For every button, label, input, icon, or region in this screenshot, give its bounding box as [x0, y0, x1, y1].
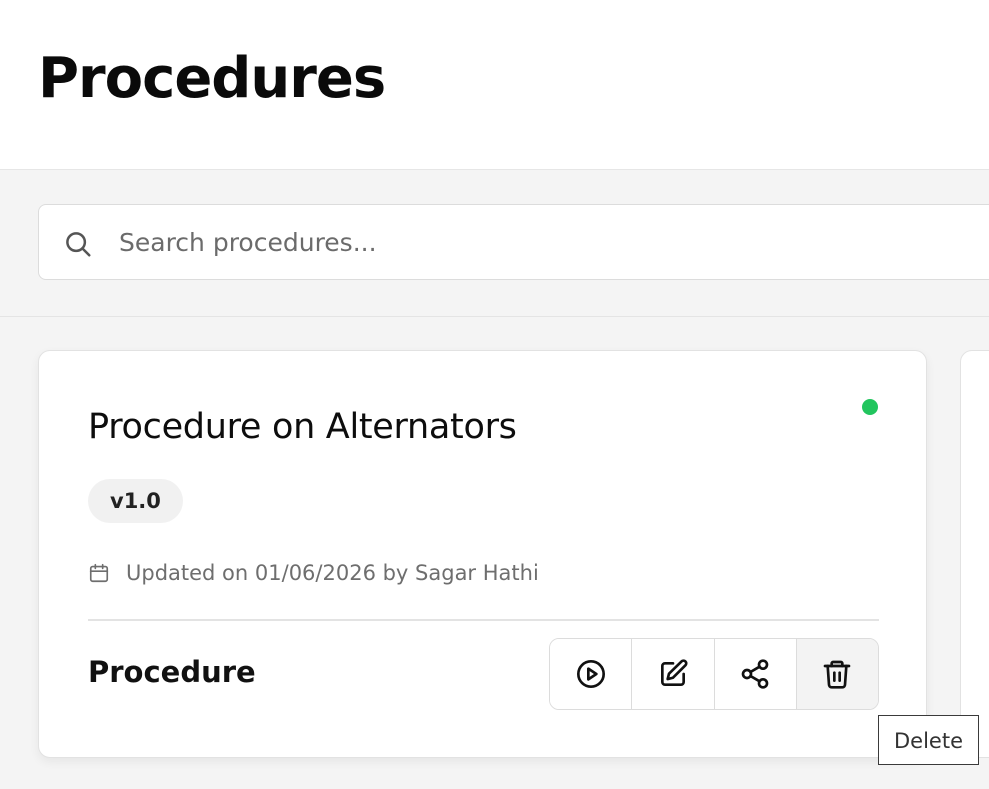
share-icon [741, 659, 769, 689]
procedure-type-label: Procedure [88, 655, 256, 689]
search-bar-section [0, 170, 989, 317]
edit-icon [660, 659, 688, 686]
search-input[interactable] [119, 205, 989, 279]
updated-text: Updated on 01/06/2026 by Sagar Hathi [126, 561, 539, 585]
procedure-title: Procedure on Alternators [88, 407, 517, 447]
delete-button[interactable] [795, 639, 878, 709]
procedure-card-next[interactable] [960, 350, 989, 758]
updated-info: Updated on 01/06/2026 by Sagar Hathi [88, 557, 539, 589]
calendar-icon [89, 563, 109, 583]
procedure-card[interactable]: Procedure on Alternators v1.0 Updated on… [38, 350, 927, 758]
card-divider [88, 619, 879, 621]
search-box[interactable] [38, 204, 989, 280]
search-icon [66, 232, 91, 257]
version-badge: v1.0 [88, 479, 183, 523]
status-indicator [862, 399, 878, 415]
delete-tooltip: Delete [878, 715, 979, 765]
trash-icon [824, 660, 851, 689]
run-button[interactable] [550, 639, 632, 709]
share-button[interactable] [713, 639, 796, 709]
page-header: Procedures [0, 0, 989, 170]
play-circle-icon [576, 660, 605, 688]
edit-button[interactable] [631, 639, 714, 709]
page-title: Procedures [38, 46, 386, 111]
card-actions [549, 638, 879, 710]
